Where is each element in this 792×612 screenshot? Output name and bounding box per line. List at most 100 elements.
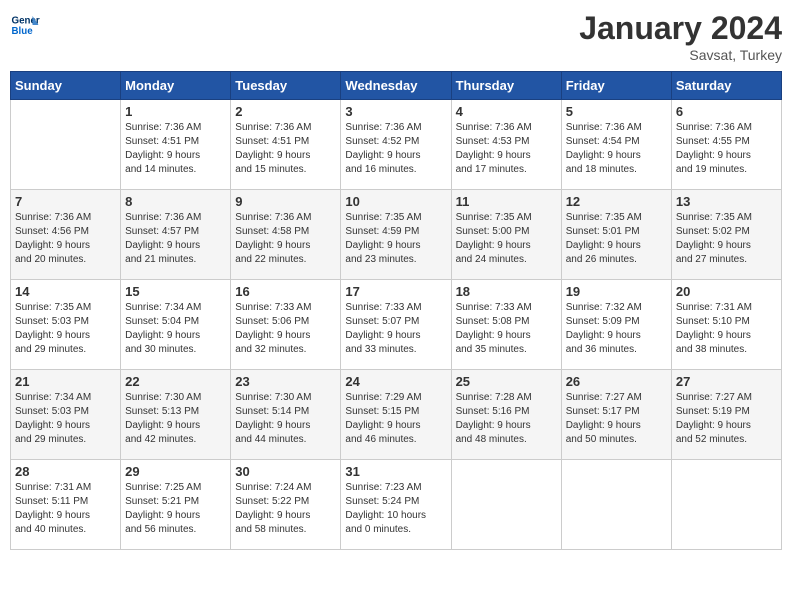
day-number: 11 — [456, 194, 557, 209]
day-number: 9 — [235, 194, 336, 209]
day-number: 18 — [456, 284, 557, 299]
day-number: 13 — [676, 194, 777, 209]
day-number: 8 — [125, 194, 226, 209]
day-number: 24 — [345, 374, 446, 389]
day-number: 26 — [566, 374, 667, 389]
month-title: January 2024 — [579, 10, 782, 47]
page-header: General Blue January 2024 Savsat, Turkey — [10, 10, 782, 63]
svg-text:Blue: Blue — [12, 26, 34, 37]
calendar-cell — [11, 100, 121, 190]
calendar-cell: 23 Sunrise: 7:30 AM Sunset: 5:14 PM Dayli… — [231, 370, 341, 460]
day-info: Sunrise: 7:27 AM Sunset: 5:17 PM Dayligh… — [566, 391, 667, 447]
calendar-week-row: 21 Sunrise: 7:34 AM Sunset: 5:03 PM Dayli… — [11, 370, 782, 460]
day-number: 29 — [125, 464, 226, 479]
day-number: 19 — [566, 284, 667, 299]
day-info: Sunrise: 7:35 AM Sunset: 5:00 PM Dayligh… — [456, 211, 557, 267]
day-number: 27 — [676, 374, 777, 389]
calendar-cell — [561, 460, 671, 550]
day-info: Sunrise: 7:33 AM Sunset: 5:07 PM Dayligh… — [345, 301, 446, 357]
day-number: 14 — [15, 284, 116, 299]
calendar-cell: 19 Sunrise: 7:32 AM Sunset: 5:09 PM Dayli… — [561, 280, 671, 370]
day-info: Sunrise: 7:36 AM Sunset: 4:51 PM Dayligh… — [235, 121, 336, 177]
calendar-cell: 24 Sunrise: 7:29 AM Sunset: 5:15 PM Dayli… — [341, 370, 451, 460]
day-info: Sunrise: 7:24 AM Sunset: 5:22 PM Dayligh… — [235, 481, 336, 537]
calendar-cell: 3 Sunrise: 7:36 AM Sunset: 4:52 PM Daylig… — [341, 100, 451, 190]
weekday-header: Monday — [121, 72, 231, 100]
logo-icon: General Blue — [10, 10, 40, 40]
calendar-cell: 29 Sunrise: 7:25 AM Sunset: 5:21 PM Dayli… — [121, 460, 231, 550]
calendar-cell: 15 Sunrise: 7:34 AM Sunset: 5:04 PM Dayli… — [121, 280, 231, 370]
day-info: Sunrise: 7:36 AM Sunset: 4:52 PM Dayligh… — [345, 121, 446, 177]
calendar-cell: 1 Sunrise: 7:36 AM Sunset: 4:51 PM Daylig… — [121, 100, 231, 190]
day-info: Sunrise: 7:35 AM Sunset: 4:59 PM Dayligh… — [345, 211, 446, 267]
day-info: Sunrise: 7:36 AM Sunset: 4:56 PM Dayligh… — [15, 211, 116, 267]
calendar-cell: 5Sunrise: 7:36 AM Sunset: 4:54 PM Daylig… — [561, 100, 671, 190]
day-number: 22 — [125, 374, 226, 389]
calendar-cell: 28 Sunrise: 7:31 AM Sunset: 5:11 PM Dayli… — [11, 460, 121, 550]
weekday-header: Friday — [561, 72, 671, 100]
day-number: 23 — [235, 374, 336, 389]
calendar-cell: 14 Sunrise: 7:35 AM Sunset: 5:03 PM Dayli… — [11, 280, 121, 370]
calendar-cell — [671, 460, 781, 550]
day-info: Sunrise: 7:31 AM Sunset: 5:11 PM Dayligh… — [15, 481, 116, 537]
day-info: Sunrise: 7:28 AM Sunset: 5:16 PM Dayligh… — [456, 391, 557, 447]
calendar-cell: 7 Sunrise: 7:36 AM Sunset: 4:56 PM Daylig… — [11, 190, 121, 280]
day-info: Sunrise: 7:36 AM Sunset: 4:51 PM Dayligh… — [125, 121, 226, 177]
weekday-header: Tuesday — [231, 72, 341, 100]
day-info: Sunrise: 7:36 AM Sunset: 4:53 PM Dayligh… — [456, 121, 557, 177]
calendar-table: SundayMondayTuesdayWednesdayThursdayFrid… — [10, 71, 782, 550]
calendar-cell: 25 Sunrise: 7:28 AM Sunset: 5:16 PM Dayli… — [451, 370, 561, 460]
day-number: 4 — [456, 104, 557, 119]
day-info: Sunrise: 7:25 AM Sunset: 5:21 PM Dayligh… — [125, 481, 226, 537]
day-info: Sunrise: 7:35 AM Sunset: 5:02 PM Dayligh… — [676, 211, 777, 267]
day-info: Sunrise: 7:33 AM Sunset: 5:08 PM Dayligh… — [456, 301, 557, 357]
weekday-header: Sunday — [11, 72, 121, 100]
calendar-cell: 16Sunrise: 7:33 AM Sunset: 5:06 PM Dayli… — [231, 280, 341, 370]
calendar-cell: 10 Sunrise: 7:35 AM Sunset: 4:59 PM Dayli… — [341, 190, 451, 280]
day-number: 6 — [676, 104, 777, 119]
day-info: Sunrise: 7:36 AM Sunset: 4:58 PM Dayligh… — [235, 211, 336, 267]
day-number: 2 — [235, 104, 336, 119]
day-number: 5 — [566, 104, 667, 119]
calendar-cell: 17 Sunrise: 7:33 AM Sunset: 5:07 PM Dayli… — [341, 280, 451, 370]
calendar-cell: 27Sunrise: 7:27 AM Sunset: 5:19 PM Dayli… — [671, 370, 781, 460]
logo: General Blue — [10, 10, 40, 40]
day-info: Sunrise: 7:32 AM Sunset: 5:09 PM Dayligh… — [566, 301, 667, 357]
day-info: Sunrise: 7:34 AM Sunset: 5:03 PM Dayligh… — [15, 391, 116, 447]
calendar-cell: 13 Sunrise: 7:35 AM Sunset: 5:02 PM Dayli… — [671, 190, 781, 280]
day-number: 3 — [345, 104, 446, 119]
weekday-header: Saturday — [671, 72, 781, 100]
day-info: Sunrise: 7:30 AM Sunset: 5:13 PM Dayligh… — [125, 391, 226, 447]
calendar-cell: 6Sunrise: 7:36 AM Sunset: 4:55 PM Daylig… — [671, 100, 781, 190]
day-number: 21 — [15, 374, 116, 389]
calendar-cell: 4 Sunrise: 7:36 AM Sunset: 4:53 PM Daylig… — [451, 100, 561, 190]
day-number: 28 — [15, 464, 116, 479]
day-info: Sunrise: 7:34 AM Sunset: 5:04 PM Dayligh… — [125, 301, 226, 357]
calendar-cell: 30 Sunrise: 7:24 AM Sunset: 5:22 PM Dayli… — [231, 460, 341, 550]
calendar-week-row: 1 Sunrise: 7:36 AM Sunset: 4:51 PM Daylig… — [11, 100, 782, 190]
day-number: 15 — [125, 284, 226, 299]
day-number: 1 — [125, 104, 226, 119]
calendar-cell: 26 Sunrise: 7:27 AM Sunset: 5:17 PM Dayli… — [561, 370, 671, 460]
day-number: 17 — [345, 284, 446, 299]
weekday-header: Thursday — [451, 72, 561, 100]
calendar-cell: 12Sunrise: 7:35 AM Sunset: 5:01 PM Dayli… — [561, 190, 671, 280]
calendar-cell: 31Sunrise: 7:23 AM Sunset: 5:24 PM Dayli… — [341, 460, 451, 550]
day-info: Sunrise: 7:35 AM Sunset: 5:03 PM Dayligh… — [15, 301, 116, 357]
location-subtitle: Savsat, Turkey — [579, 47, 782, 63]
day-info: Sunrise: 7:35 AM Sunset: 5:01 PM Dayligh… — [566, 211, 667, 267]
calendar-week-row: 28 Sunrise: 7:31 AM Sunset: 5:11 PM Dayli… — [11, 460, 782, 550]
day-number: 30 — [235, 464, 336, 479]
calendar-cell: 18 Sunrise: 7:33 AM Sunset: 5:08 PM Dayli… — [451, 280, 561, 370]
day-info: Sunrise: 7:31 AM Sunset: 5:10 PM Dayligh… — [676, 301, 777, 357]
calendar-cell: 20Sunrise: 7:31 AM Sunset: 5:10 PM Dayli… — [671, 280, 781, 370]
day-info: Sunrise: 7:30 AM Sunset: 5:14 PM Dayligh… — [235, 391, 336, 447]
calendar-cell: 11 Sunrise: 7:35 AM Sunset: 5:00 PM Dayli… — [451, 190, 561, 280]
calendar-cell: 2 Sunrise: 7:36 AM Sunset: 4:51 PM Daylig… — [231, 100, 341, 190]
day-info: Sunrise: 7:29 AM Sunset: 5:15 PM Dayligh… — [345, 391, 446, 447]
day-number: 25 — [456, 374, 557, 389]
day-number: 7 — [15, 194, 116, 209]
calendar-cell: 9 Sunrise: 7:36 AM Sunset: 4:58 PM Daylig… — [231, 190, 341, 280]
weekday-header: Wednesday — [341, 72, 451, 100]
day-number: 10 — [345, 194, 446, 209]
